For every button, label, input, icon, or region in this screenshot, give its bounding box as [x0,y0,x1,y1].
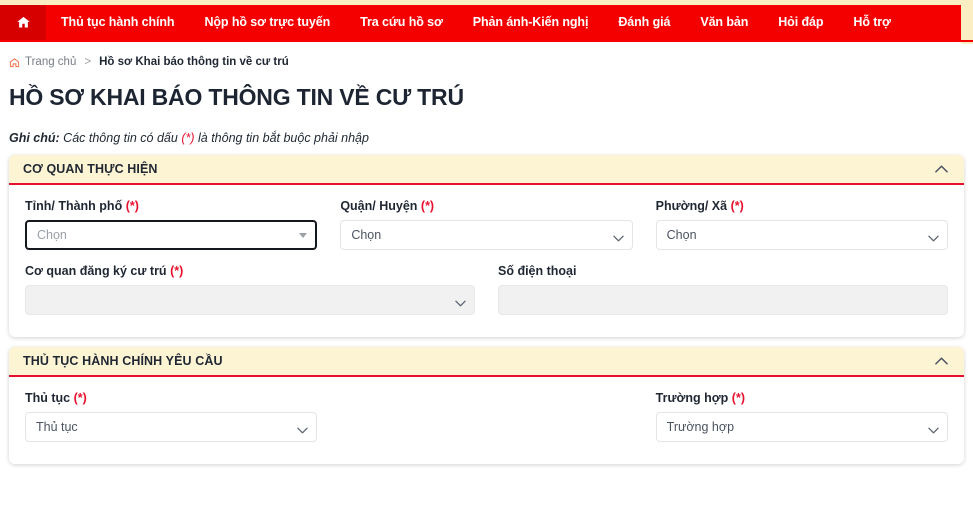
registration-agency-select[interactable] [25,285,475,315]
panel-header-thu-tuc-hanh-chinh-yeu-cau[interactable]: THỦ TỤC HÀNH CHÍNH YÊU CẦU [9,347,964,377]
label-text: Quận/ Huyện [340,199,417,213]
field-case-type: Trường hợp (*) Trường hợp [656,391,948,442]
note-text-after: là thông tin bắt buộc phải nhập [195,131,369,145]
home-icon [9,57,20,68]
label-text: Số điện thoại [498,264,576,278]
field-label-ward: Phường/ Xã (*) [656,199,948,213]
required-fields-note: Ghi chú: Các thông tin có dấu (*) là thô… [9,131,973,145]
breadcrumb-current-page: Hồ sơ Khai báo thông tin về cư trú [99,56,289,68]
breadcrumb-home-link[interactable]: Trang chủ [25,56,76,68]
field-procedure: Thủ tục (*) Thủ tục [25,391,317,442]
phone-number-input[interactable] [498,285,948,315]
ward-select[interactable]: Chọn [656,220,948,250]
field-label-registration-agency: Cơ quan đăng ký cư trú (*) [25,264,475,278]
control-case-type: Trường hợp [656,412,948,442]
field-label-district: Quận/ Huyện (*) [340,199,632,213]
field-spacer [340,391,632,442]
control-ward: Chọn [656,220,948,250]
form-row-procedure: Thủ tục (*) Thủ tục Trường hợp (*) [25,391,948,442]
panel-body-thu-tuc-hanh-chinh-yeu-cau: Thủ tục (*) Thủ tục Trường hợp (*) [9,377,964,464]
panel-thu-tuc-hanh-chinh-yeu-cau: THỦ TỤC HÀNH CHÍNH YÊU CẦU Thủ tục (*) T… [9,347,964,464]
field-ward: Phường/ Xã (*) Chọn [656,199,948,250]
district-select[interactable]: Chọn [340,220,632,250]
panel-body-co-quan-thuc-hien: Tỉnh/ Thành phố (*) Chọn Quận/ Huyện (*)… [9,185,964,337]
control-registration-agency [25,285,475,315]
required-marker: (*) [731,199,744,213]
label-text: Trường hợp [656,391,729,405]
label-text: Thủ tục [25,391,70,405]
nav-item-hoi-dap[interactable]: Hỏi đáp [763,5,838,40]
field-label-phone-number: Số điện thoại [498,264,948,278]
note-label: Ghi chú: [9,131,60,145]
nav-item-danh-gia[interactable]: Đánh giá [603,5,685,40]
control-province: Chọn [25,220,317,250]
panel-header-co-quan-thuc-hien[interactable]: CƠ QUAN THỰC HIỆN [9,155,964,185]
required-marker: (*) [732,391,745,405]
control-procedure: Thủ tục [25,412,317,442]
page-title: HỒ SƠ KHAI BÁO THÔNG TIN VỀ CƯ TRÚ [9,84,973,111]
panel-title: CƠ QUAN THỰC HIỆN [23,162,158,176]
required-marker: (*) [126,199,139,213]
main-navigation-bar: Thủ tục hành chính Nộp hồ sơ trực tuyến … [0,5,961,40]
field-district: Quận/ Huyện (*) Chọn [340,199,632,250]
panel-co-quan-thuc-hien: CƠ QUAN THỰC HIỆN Tỉnh/ Thành phố (*) Ch… [9,155,964,337]
required-marker: (*) [74,391,87,405]
field-label-procedure: Thủ tục (*) [25,391,317,405]
case-type-select[interactable]: Trường hợp [656,412,948,442]
field-label-province: Tỉnh/ Thành phố (*) [25,199,317,213]
breadcrumb-separator: > [81,56,94,68]
nav-item-tra-cuu-ho-so[interactable]: Tra cứu hồ sơ [345,5,458,40]
required-marker: (*) [421,199,434,213]
chevron-up-icon[interactable] [935,160,948,178]
label-text: Cơ quan đăng ký cư trú [25,264,167,278]
label-text: Tỉnh/ Thành phố [25,199,122,213]
note-text-before: Các thông tin có dấu [60,131,182,145]
province-select[interactable]: Chọn [25,220,317,250]
field-registration-agency: Cơ quan đăng ký cư trú (*) [25,264,475,315]
nav-item-nop-ho-so-truc-tuyen[interactable]: Nộp hồ sơ trực tuyến [189,5,345,40]
panel-title: THỦ TỤC HÀNH CHÍNH YÊU CẦU [23,354,223,368]
procedure-select[interactable]: Thủ tục [25,412,317,442]
label-text: Phường/ Xã [656,199,727,213]
home-icon [16,15,31,30]
form-row-agency-contact: Cơ quan đăng ký cư trú (*) Số điện thoại [25,264,948,315]
note-required-marker: (*) [181,131,194,145]
breadcrumb: Trang chủ > Hồ sơ Khai báo thông tin về … [0,42,973,68]
nav-home-button[interactable] [0,5,46,40]
control-district: Chọn [340,220,632,250]
page-content: Trang chủ > Hồ sơ Khai báo thông tin về … [0,42,973,464]
required-marker: (*) [170,264,183,278]
nav-item-van-ban[interactable]: Văn bản [685,5,763,40]
nav-item-phan-anh-kien-nghi[interactable]: Phản ánh-Kiến nghị [458,5,604,40]
nav-item-ho-tro[interactable]: Hỗ trợ [838,5,905,40]
nav-item-thu-tuc-hanh-chinh[interactable]: Thủ tục hành chính [46,5,189,40]
form-row-administrative-location: Tỉnh/ Thành phố (*) Chọn Quận/ Huyện (*)… [25,199,948,250]
field-phone-number: Số điện thoại [498,264,948,315]
field-label-case-type: Trường hợp (*) [656,391,948,405]
chevron-up-icon[interactable] [935,352,948,370]
top-banner-strip-right [961,0,973,44]
control-phone-number [498,285,948,315]
field-province: Tỉnh/ Thành phố (*) Chọn [25,199,317,250]
